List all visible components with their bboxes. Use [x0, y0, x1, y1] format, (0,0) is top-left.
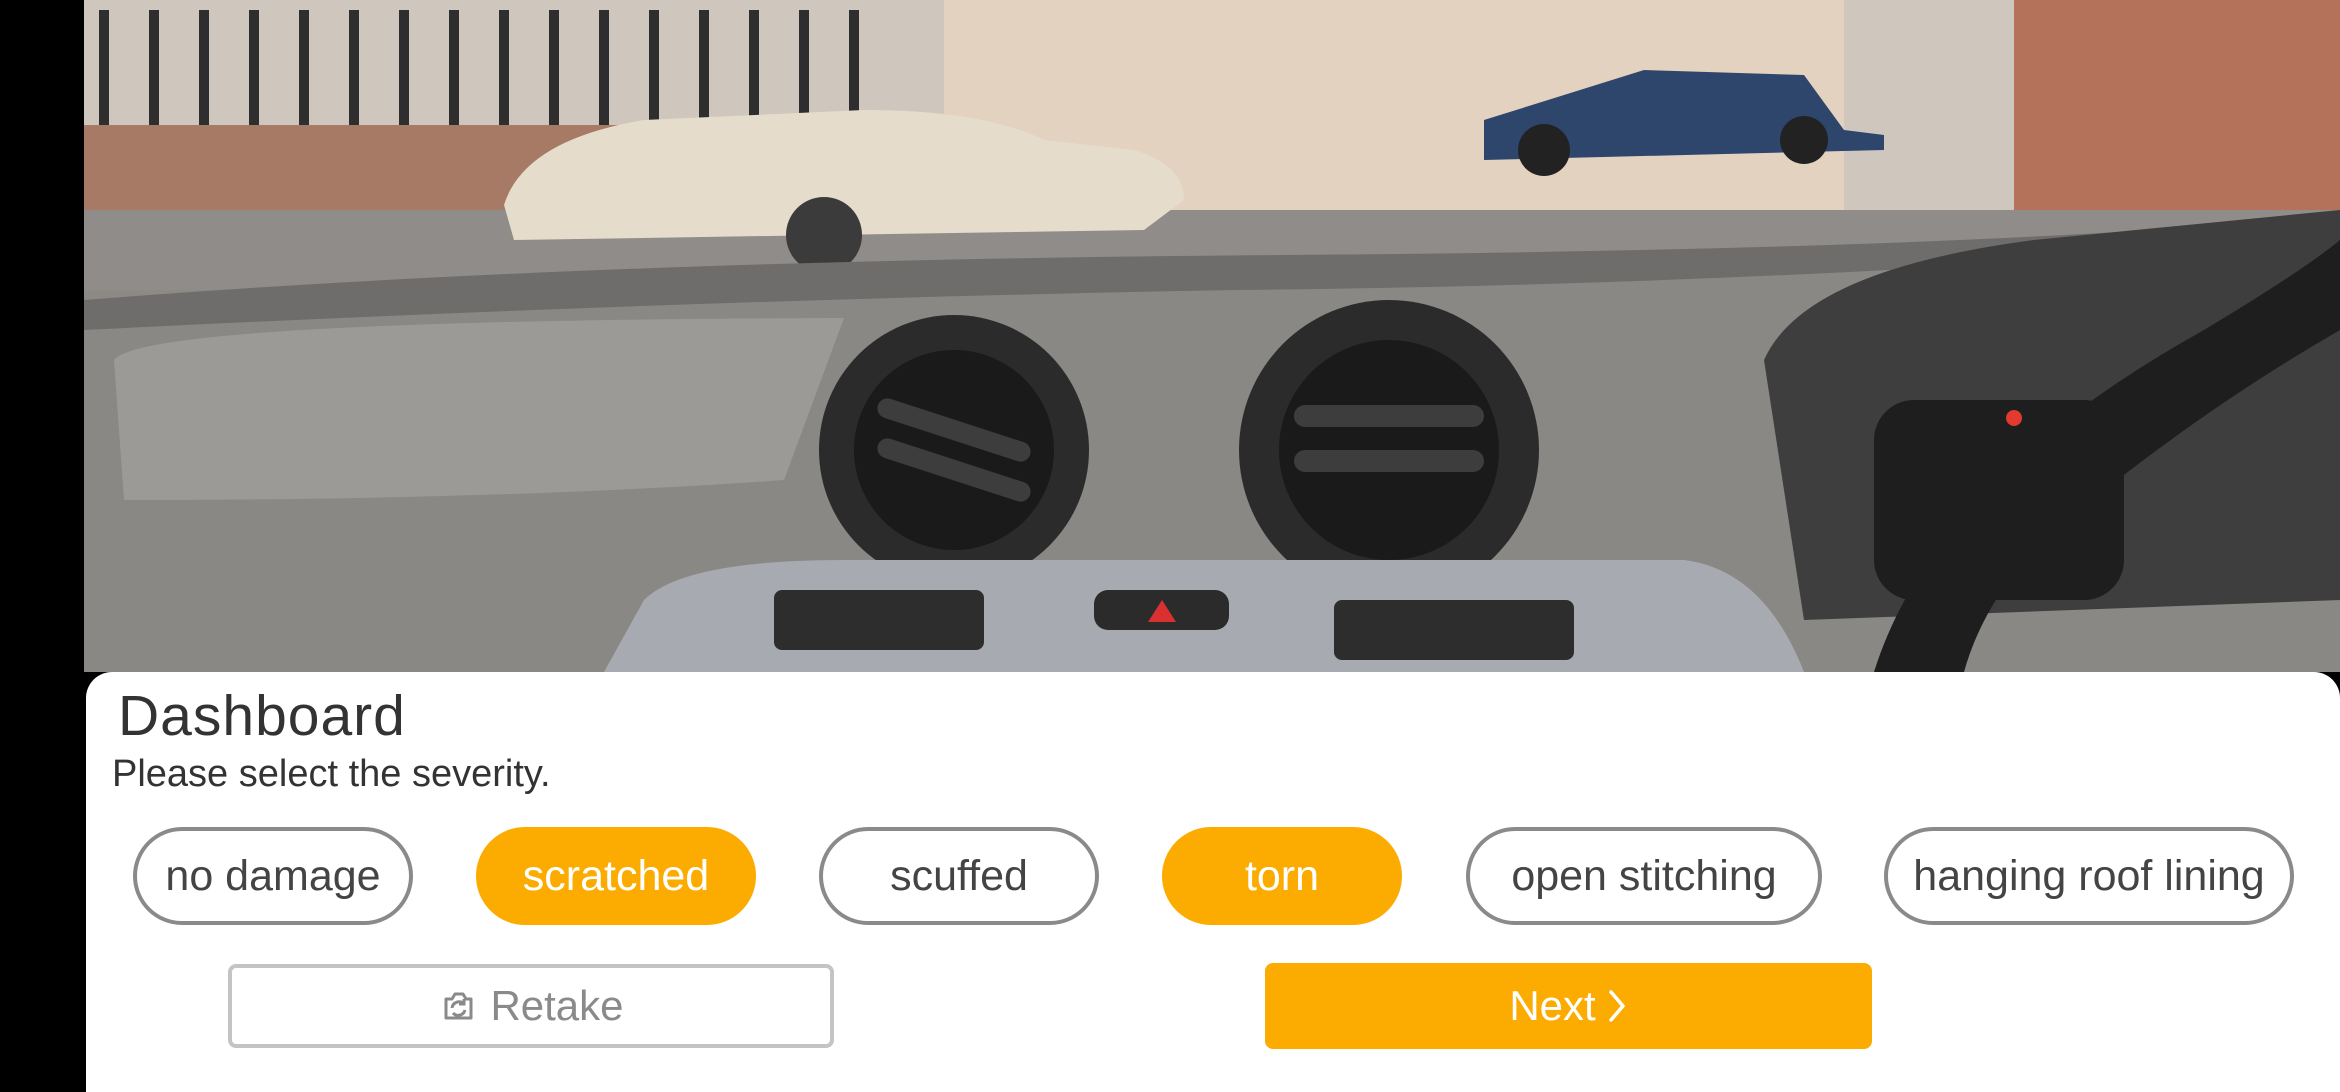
severity-chip-no-damage[interactable]: no damage — [133, 827, 413, 925]
next-button[interactable]: Next — [1265, 963, 1872, 1049]
severity-prompt: Please select the severity. — [112, 753, 551, 795]
severity-chip-torn[interactable]: torn — [1162, 827, 1402, 925]
dashboard-photo — [84, 0, 2340, 672]
severity-chip-open-stitching[interactable]: open stitching — [1466, 827, 1822, 925]
severity-chip-scuffed[interactable]: scuffed — [819, 827, 1099, 925]
page-title: Dashboard — [118, 684, 406, 748]
camera-retake-icon — [438, 986, 478, 1026]
severity-chip-hanging-roof-lining[interactable]: hanging roof lining — [1884, 827, 2294, 925]
chevron-right-icon — [1606, 986, 1628, 1026]
retake-button[interactable]: Retake — [228, 964, 834, 1048]
retake-label: Retake — [490, 982, 624, 1029]
severity-chip-scratched[interactable]: scratched — [476, 827, 756, 925]
next-label: Next — [1509, 982, 1596, 1029]
photo-preview — [84, 0, 2340, 672]
